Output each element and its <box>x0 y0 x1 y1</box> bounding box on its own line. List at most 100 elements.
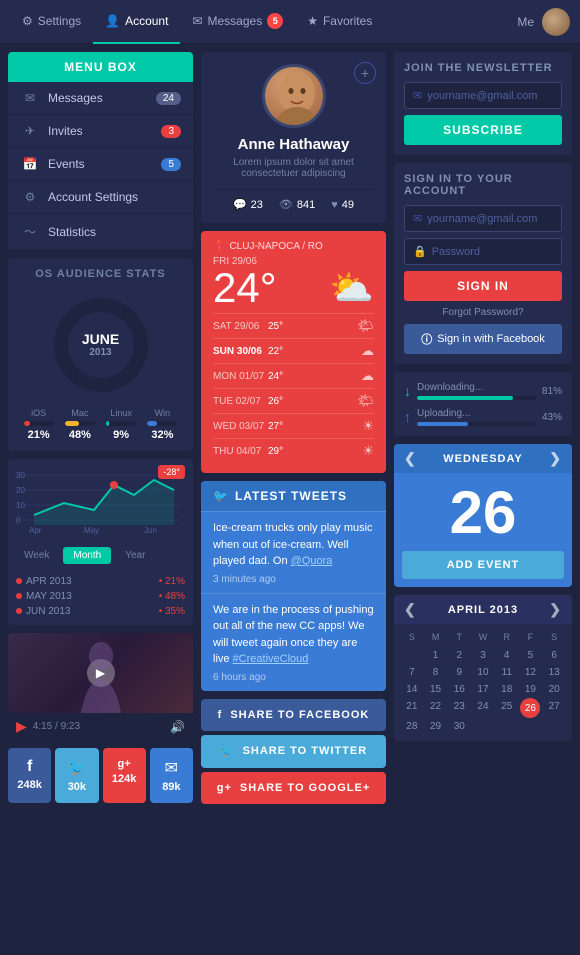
cal-day-12[interactable]: 12 <box>519 664 543 681</box>
forecast-icon-thu: ☀ <box>362 443 374 459</box>
email-count: 89k <box>162 781 180 793</box>
cal-day-19[interactable]: 19 <box>519 681 543 698</box>
nav-settings[interactable]: ⚙ Settings <box>10 0 93 44</box>
settings-icon: ⚙ <box>22 14 33 28</box>
cal-day-24[interactable]: 24 <box>471 698 495 718</box>
cal-day-1[interactable]: 1 <box>424 647 448 664</box>
cal-day-29[interactable]: 29 <box>424 718 448 735</box>
cal-day-14[interactable]: 14 <box>400 681 424 698</box>
cal-day-26-today[interactable]: 26 <box>520 698 540 718</box>
video-play-small[interactable]: ▶ <box>16 718 27 735</box>
cal-day-9[interactable]: 9 <box>447 664 471 681</box>
cal-week-3: 14 15 16 17 18 19 20 <box>400 681 566 698</box>
cal-day-16[interactable]: 16 <box>447 681 471 698</box>
chart-btn-week[interactable]: Week <box>14 547 59 564</box>
cal-day-15[interactable]: 15 <box>424 681 448 698</box>
upload-pct: 43% <box>542 412 562 423</box>
forecast-temp-sat: 25° <box>268 321 357 332</box>
facebook-share-icon: f <box>218 709 223 721</box>
forecast-day-sat: SAT 29/06 <box>213 321 268 332</box>
menu-item-account-settings[interactable]: ⚙ Account Settings <box>8 181 193 214</box>
share-twitter-button[interactable]: 🐦 SHARE TO TWITTER <box>201 735 386 768</box>
cal-day-8[interactable]: 8 <box>424 664 448 681</box>
email-social-button[interactable]: ✉ 89k <box>150 748 193 803</box>
invites-count: 3 <box>161 125 181 138</box>
facebook-signin-icon: ⓘ <box>421 331 432 347</box>
cal-day-25[interactable]: 25 <box>495 698 519 718</box>
cal-day-28[interactable]: 28 <box>400 718 424 735</box>
share-facebook-button[interactable]: f SHARE TO FACEBOOK <box>201 699 386 731</box>
share-facebook-label: SHARE TO FACEBOOK <box>230 709 369 721</box>
date-widget-day: 26 <box>394 473 572 551</box>
tweet-time-1: 3 minutes ago <box>213 574 374 585</box>
share-twitter-label: SHARE TO TWITTER <box>243 745 368 757</box>
calendar-month-label: APRIL 2013 <box>448 604 518 616</box>
download-icon: ↓ <box>404 383 411 399</box>
signin-button[interactable]: SIGN IN <box>404 271 562 301</box>
add-event-button[interactable]: ADD EVENT <box>402 551 564 579</box>
cal-day-7[interactable]: 7 <box>400 664 424 681</box>
date-next-button[interactable]: ❯ <box>549 450 562 467</box>
volume-icon[interactable]: 🔊 <box>170 720 185 734</box>
profile-add-button[interactable]: + <box>354 62 376 84</box>
cal-day-10[interactable]: 10 <box>471 664 495 681</box>
cal-day-5[interactable]: 5 <box>519 647 543 664</box>
menu-item-statistics-label: Statistics <box>48 225 96 239</box>
cal-day-21[interactable]: 21 <box>400 698 424 718</box>
cal-day-18[interactable]: 18 <box>495 681 519 698</box>
forecast-temp-sun: 22° <box>268 346 361 357</box>
forgot-password-link[interactable]: Forgot Password? <box>404 307 562 318</box>
cal-day-20[interactable]: 20 <box>542 681 566 698</box>
googleplus-icon: g+ <box>118 758 131 770</box>
menu-item-statistics[interactable]: 〜 Statistics <box>8 214 193 250</box>
chart-btn-year[interactable]: Year <box>115 547 155 564</box>
tweet-link-quora[interactable]: @Quora <box>291 555 333 567</box>
cal-week-4: 21 22 23 24 25 26 27 <box>400 698 566 718</box>
menu-item-events[interactable]: 📅 Events 5 <box>8 148 193 181</box>
signin-password-field[interactable]: 🔒 Password <box>404 238 562 265</box>
cal-day-3[interactable]: 3 <box>471 647 495 664</box>
svg-text:Apr: Apr <box>29 526 42 535</box>
tweet-link-creativecloud[interactable]: #CreativeCloud <box>233 653 309 665</box>
avatar[interactable] <box>542 8 570 36</box>
view-count: 841 <box>297 199 315 211</box>
googleplus-social-button[interactable]: g+ 124k <box>103 748 146 803</box>
chart-legend: APR 2013 • 21% MAY 2013 • 48% JUN 2013 •… <box>8 570 193 625</box>
nav-messages[interactable]: ✉ Messages 5 <box>180 0 295 44</box>
chart-btn-month[interactable]: Month <box>63 547 111 564</box>
cal-day-11[interactable]: 11 <box>495 664 519 681</box>
user-menu[interactable]: Me <box>509 15 542 29</box>
cal-day-22[interactable]: 22 <box>424 698 448 718</box>
twitter-share-icon: 🐦 <box>220 745 235 758</box>
profile-stat-likes: ♥ 49 <box>331 198 354 211</box>
signin-box: SIGN IN TO YOUR ACCOUNT ✉ yourname@gmail… <box>394 163 572 364</box>
cal-next-button[interactable]: ❯ <box>549 601 562 618</box>
nav-favorites[interactable]: ★ Favorites <box>295 0 384 44</box>
legend-may: MAY 2013 • 48% <box>16 589 185 604</box>
cal-day-6[interactable]: 6 <box>542 647 566 664</box>
heart-icon: ♥ <box>331 199 338 211</box>
cal-day-2[interactable]: 2 <box>447 647 471 664</box>
cal-day-17[interactable]: 17 <box>471 681 495 698</box>
twitter-bird-icon: 🐦 <box>213 489 229 503</box>
date-prev-button[interactable]: ❮ <box>404 450 417 467</box>
cal-prev-button[interactable]: ❮ <box>404 601 417 618</box>
cal-day-13[interactable]: 13 <box>542 664 566 681</box>
menu-item-messages[interactable]: ✉ Messages 24 <box>8 82 193 115</box>
like-count: 49 <box>342 199 354 211</box>
cal-day-27[interactable]: 27 <box>542 698 566 718</box>
subscribe-button[interactable]: SUBSCRIBE <box>404 115 562 145</box>
signin-email-field[interactable]: ✉ yourname@gmail.com <box>404 205 562 232</box>
nav-account[interactable]: 👤 Account <box>93 0 180 44</box>
twitter-social-button[interactable]: 🐦 30k <box>55 748 98 803</box>
cal-day-4[interactable]: 4 <box>495 647 519 664</box>
share-googleplus-button[interactable]: g+ SHARE TO GOOGLE+ <box>201 772 386 804</box>
menu-item-invites[interactable]: ✈ Invites 3 <box>8 115 193 148</box>
profile-bio: Lorem ipsum dolor sit amet consectetuer … <box>213 157 374 179</box>
cal-day-23[interactable]: 23 <box>447 698 471 718</box>
facebook-social-button[interactable]: f 248k <box>8 748 51 803</box>
upload-label: Uploading... <box>417 408 536 419</box>
line-chart-box: -28° 30 20 10 0 <box>8 459 193 625</box>
cal-day-30[interactable]: 30 <box>447 718 471 735</box>
facebook-signin-button[interactable]: ⓘ Sign in with Facebook <box>404 324 562 354</box>
